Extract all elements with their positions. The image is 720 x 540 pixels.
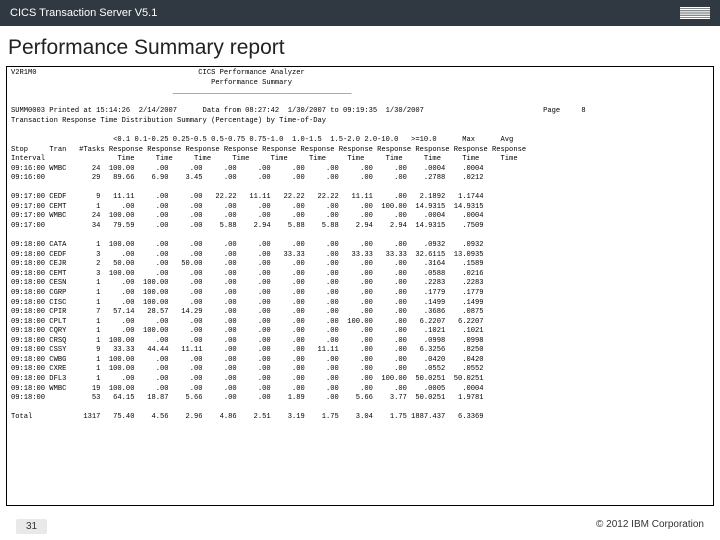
slide-number: 31	[16, 519, 47, 534]
app-header: CICS Transaction Server V5.1	[0, 0, 720, 26]
footer: 31 © 2012 IBM Corporation	[0, 519, 720, 534]
title-bar: Performance Summary report	[0, 26, 720, 66]
report-body: V2R1M0 CICS Performance Analyzer Perform…	[6, 66, 714, 506]
product-name: CICS Transaction Server V5.1	[10, 7, 157, 19]
copyright: © 2012 IBM Corporation	[596, 519, 704, 534]
page-title: Performance Summary report	[8, 36, 712, 60]
ibm-logo-icon	[680, 7, 710, 19]
